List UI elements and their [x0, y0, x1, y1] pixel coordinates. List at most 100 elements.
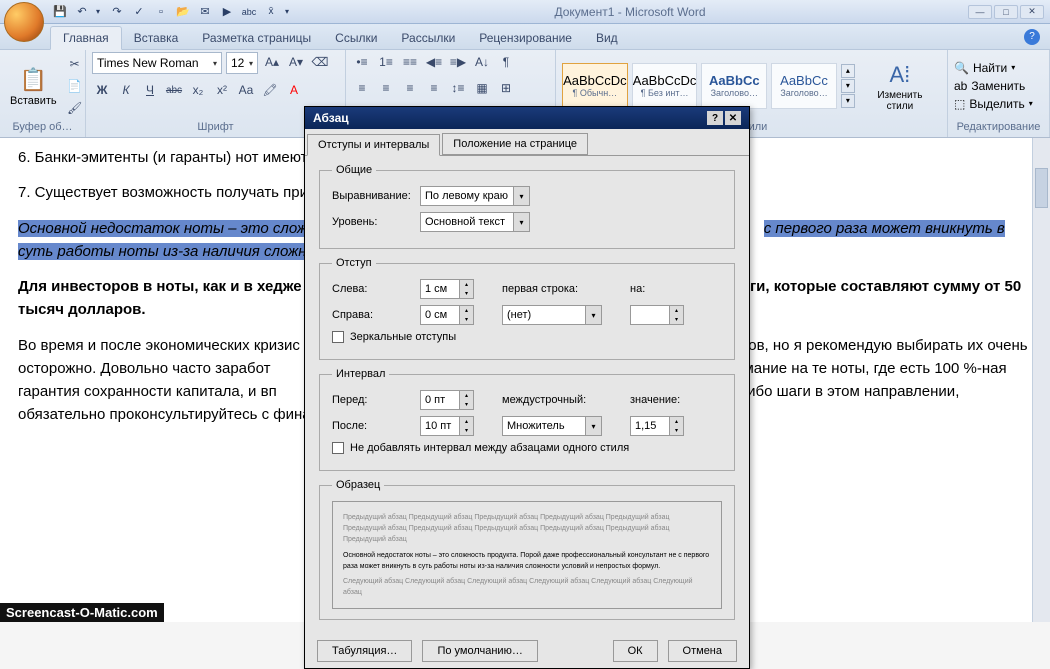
- first-line-combo[interactable]: (нет)▾: [502, 305, 602, 325]
- style-heading2[interactable]: AaBbCcЗаголово…: [771, 63, 837, 109]
- preview-legend: Образец: [332, 479, 384, 491]
- numbering-icon[interactable]: 1≡: [376, 52, 396, 72]
- align-center-icon[interactable]: ≡: [376, 78, 396, 98]
- subscript-button[interactable]: x₂: [188, 80, 208, 100]
- highlight-button[interactable]: 🖍: [260, 80, 280, 100]
- line-spacing-combo[interactable]: Множитель▾: [502, 416, 602, 436]
- dialog-titlebar[interactable]: Абзац ? ✕: [305, 107, 749, 129]
- strike-button[interactable]: abc: [164, 80, 184, 100]
- mail-icon[interactable]: ✉: [197, 4, 213, 20]
- align-left-icon[interactable]: ≡: [352, 78, 372, 98]
- help-icon[interactable]: ?: [1024, 29, 1040, 45]
- shrink-font-icon[interactable]: A▾: [286, 52, 306, 72]
- style-normal[interactable]: AaBbCcDc¶ Обычн…: [562, 63, 628, 109]
- mirror-indent-checkbox[interactable]: [332, 331, 344, 343]
- scrollbar-thumb[interactable]: [1035, 168, 1048, 208]
- style-heading1[interactable]: AaBbCcЗаголово…: [701, 63, 767, 109]
- tab-references[interactable]: Ссылки: [323, 27, 389, 49]
- dialog-close-button[interactable]: ✕: [725, 111, 741, 125]
- no-space-same-style-label: Не добавлять интервал между абзацами одн…: [350, 442, 629, 454]
- select-button[interactable]: ⬚Выделить▾: [954, 97, 1033, 111]
- paste-label: Вставить: [10, 95, 57, 107]
- sort-icon[interactable]: A↓: [472, 52, 492, 72]
- format-painter-icon[interactable]: 🖌: [65, 98, 85, 118]
- multilevel-icon[interactable]: ≡≡: [400, 52, 420, 72]
- replace-icon: ab: [954, 79, 967, 93]
- show-marks-icon[interactable]: ¶: [496, 52, 516, 72]
- dialog-tab-pageposition[interactable]: Положение на странице: [442, 133, 588, 155]
- cancel-button[interactable]: Отмена: [668, 640, 737, 662]
- styles-scroll[interactable]: ▴▾▾: [841, 64, 855, 108]
- tab-insert[interactable]: Вставка: [122, 27, 191, 49]
- font-name-combo[interactable]: Times New Roman▾: [92, 52, 222, 74]
- increase-indent-icon[interactable]: ≡▶: [448, 52, 468, 72]
- tab-mailings[interactable]: Рассылки: [389, 27, 467, 49]
- indent-left-spin[interactable]: 1 см▴▾: [420, 279, 474, 299]
- qat-more-icon[interactable]: ▾: [285, 7, 292, 16]
- shading-icon[interactable]: ▦: [472, 78, 492, 98]
- decrease-indent-icon[interactable]: ◀≡: [424, 52, 444, 72]
- dialog-tab-indents[interactable]: Отступы и интервалы: [307, 134, 440, 156]
- copy-icon[interactable]: 📄: [65, 76, 85, 96]
- clear-format-icon[interactable]: ⌫: [310, 52, 330, 72]
- font-color-button[interactable]: A: [284, 80, 304, 100]
- font-size-combo[interactable]: 12▾: [226, 52, 258, 74]
- bullets-icon[interactable]: •≡: [352, 52, 372, 72]
- change-styles-button[interactable]: A⁞ Изменить стили: [859, 58, 941, 114]
- new-doc-icon[interactable]: ▫: [153, 4, 169, 20]
- spellcheck-icon[interactable]: ✓: [131, 4, 147, 20]
- tab-view[interactable]: Вид: [584, 27, 630, 49]
- print-icon[interactable]: ▶: [219, 4, 235, 20]
- tab-home[interactable]: Главная: [50, 26, 122, 50]
- replace-button[interactable]: abЗаменить: [954, 79, 1033, 93]
- indent-right-label: Справа:: [332, 309, 420, 321]
- alignment-combo[interactable]: По левому краю▾: [420, 186, 530, 206]
- undo-dropdown-icon[interactable]: ▾: [96, 7, 103, 16]
- first-line-label: первая строка:: [502, 283, 602, 295]
- undo-icon[interactable]: ↶: [74, 4, 90, 20]
- paste-icon: 📋: [19, 65, 47, 95]
- bold-button[interactable]: Ж: [92, 80, 112, 100]
- line-spacing-icon[interactable]: ↕≡: [448, 78, 468, 98]
- indent-right-spin[interactable]: 0 см▴▾: [420, 305, 474, 325]
- fraction-icon[interactable]: x̄: [263, 4, 279, 20]
- dialog-help-button[interactable]: ?: [707, 111, 723, 125]
- find-button[interactable]: 🔍Найти▾: [954, 61, 1033, 75]
- indent-by-spin[interactable]: ▴▾: [630, 305, 684, 325]
- office-orb[interactable]: [4, 2, 44, 42]
- tab-layout[interactable]: Разметка страницы: [190, 27, 323, 49]
- spacing-at-spin[interactable]: 1,15▴▾: [630, 416, 684, 436]
- indent-fieldset: Отступ Слева: 1 см▴▾ первая строка: на: …: [319, 257, 735, 360]
- style-nospacing[interactable]: AaBbCcDc¶ Без инт…: [632, 63, 698, 109]
- tab-review[interactable]: Рецензирование: [467, 27, 584, 49]
- space-after-spin[interactable]: 10 пт▴▾: [420, 416, 474, 436]
- justify-icon[interactable]: ≡: [424, 78, 444, 98]
- clipboard-group-label: Буфер об…: [0, 121, 85, 137]
- save-icon[interactable]: 💾: [52, 4, 68, 20]
- cut-icon[interactable]: ✂: [65, 54, 85, 74]
- grow-font-icon[interactable]: A▴: [262, 52, 282, 72]
- maximize-button[interactable]: □: [994, 5, 1018, 19]
- ok-button[interactable]: ОК: [613, 640, 658, 662]
- borders-icon[interactable]: ⊞: [496, 78, 516, 98]
- change-styles-icon: A⁞: [886, 60, 914, 90]
- italic-button[interactable]: К: [116, 80, 136, 100]
- paste-button[interactable]: 📋 Вставить: [6, 63, 61, 109]
- open-icon[interactable]: 📂: [175, 4, 191, 20]
- space-before-spin[interactable]: 0 пт▴▾: [420, 390, 474, 410]
- superscript-button[interactable]: x²: [212, 80, 232, 100]
- space-before-label: Перед:: [332, 394, 420, 406]
- outline-level-combo[interactable]: Основной текст▾: [420, 212, 530, 232]
- no-space-same-style-checkbox[interactable]: [332, 442, 344, 454]
- indent-by-label: на:: [630, 283, 645, 295]
- change-case-button[interactable]: Aa: [236, 80, 256, 100]
- redo-icon[interactable]: ↷: [109, 4, 125, 20]
- minimize-button[interactable]: —: [968, 5, 992, 19]
- tabs-button[interactable]: Табуляция…: [317, 640, 412, 662]
- vertical-scrollbar[interactable]: [1032, 138, 1050, 622]
- default-button[interactable]: По умолчанию…: [422, 640, 537, 662]
- underline-button[interactable]: Ч: [140, 80, 160, 100]
- align-right-icon[interactable]: ≡: [400, 78, 420, 98]
- close-button[interactable]: ✕: [1020, 5, 1044, 19]
- abc-icon[interactable]: abc: [241, 4, 257, 20]
